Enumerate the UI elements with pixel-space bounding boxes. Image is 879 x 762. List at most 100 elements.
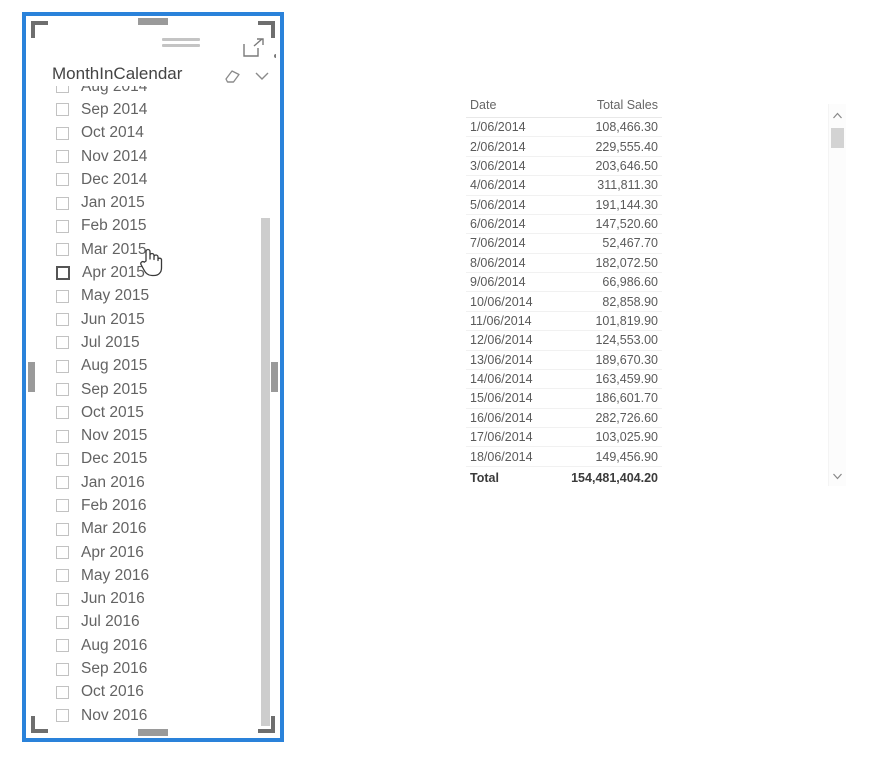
slicer-item[interactable]: Dec 2015 <box>30 448 276 471</box>
slicer-item-checkbox[interactable] <box>56 685 69 699</box>
slicer-item-label: Sep 2016 <box>81 660 148 678</box>
table-row[interactable]: 2/06/2014 229,555.40 <box>466 136 662 157</box>
slicer-item[interactable]: Aug 2016 <box>30 634 276 657</box>
chevron-down-icon[interactable] <box>252 66 272 86</box>
slicer-item[interactable]: Jun 2016 <box>30 588 276 611</box>
slicer-item-checkbox[interactable] <box>56 150 69 164</box>
slicer-item-checkbox[interactable] <box>56 313 69 327</box>
slicer-item-checkbox[interactable] <box>56 615 69 629</box>
table-row[interactable]: 3/06/2014 203,646.50 <box>466 156 662 177</box>
slicer-item[interactable]: Jul 2016 <box>30 611 276 634</box>
slicer-item-checkbox[interactable] <box>56 336 69 350</box>
slicer-item[interactable]: Jun 2015 <box>30 308 276 331</box>
total-sales-table-visual[interactable]: Date Total Sales 1/06/2014 108,466.30 2/06… <box>466 96 846 496</box>
table-row[interactable]: 10/06/2014 82,858.90 <box>466 291 662 312</box>
slicer-item-checkbox[interactable] <box>56 522 69 536</box>
slicer-item-checkbox[interactable] <box>56 289 69 303</box>
slicer-item-checkbox[interactable] <box>56 173 69 187</box>
table-row[interactable]: 17/06/2014 103,025.90 <box>466 427 662 448</box>
eraser-icon[interactable] <box>222 66 242 86</box>
slicer-item-checkbox[interactable] <box>56 219 69 233</box>
slicer-item-checkbox[interactable] <box>56 546 69 560</box>
slicer-item[interactable]: Mar 2015 <box>30 238 276 261</box>
slicer-item-checkbox[interactable] <box>56 476 69 490</box>
slicer-item[interactable]: Mar 2016 <box>30 518 276 541</box>
slicer-item-checkbox[interactable] <box>56 662 69 676</box>
slicer-item-checkbox[interactable] <box>56 499 69 513</box>
slicer-item[interactable]: Sep 2014 <box>30 98 276 121</box>
slicer-item[interactable]: Sep 2016 <box>30 657 276 680</box>
slicer-item-checkbox[interactable] <box>56 592 69 606</box>
cell-date: 9/06/2014 <box>466 272 560 293</box>
column-header-total-sales[interactable]: Total Sales <box>560 96 662 118</box>
table-scrollbar[interactable] <box>828 104 846 486</box>
table-row[interactable]: 1/06/2014 108,466.30 <box>466 117 662 138</box>
total-value: 154,481,404.20 <box>560 465 662 489</box>
more-options-ellipsis-icon[interactable] <box>274 45 276 58</box>
table-scrollbar-thumb[interactable] <box>831 128 844 148</box>
slicer-scrollbar-thumb[interactable] <box>261 218 270 726</box>
slicer-item-label: Sep 2015 <box>81 380 148 398</box>
slicer-item[interactable]: Oct 2015 <box>30 401 276 424</box>
slicer-scrollbar[interactable] <box>261 86 270 726</box>
slicer-item-list[interactable]: Aug 2014 Sep 2014 Oct 2014 Nov 2014 Dec 2014… <box>30 86 276 726</box>
slicer-item-checkbox[interactable] <box>56 266 70 281</box>
slicer-item[interactable]: Jan 2016 <box>30 471 276 494</box>
slicer-item[interactable]: Sep 2015 <box>30 378 276 401</box>
resize-handle-top[interactable] <box>138 18 168 25</box>
focus-mode-icon[interactable] <box>243 38 265 58</box>
chevron-up-icon[interactable] <box>829 108 846 124</box>
column-header-date[interactable]: Date <box>466 96 560 118</box>
table-row[interactable]: 11/06/2014 101,819.90 <box>466 311 662 332</box>
slicer-item[interactable]: Dec 2014 <box>30 168 276 191</box>
list-menu-icon[interactable] <box>162 38 202 52</box>
slicer-item[interactable]: Oct 2014 <box>30 122 276 145</box>
table-row[interactable]: 12/06/2014 124,553.00 <box>466 330 662 351</box>
slicer-item[interactable]: Aug 2015 <box>30 355 276 378</box>
slicer-item-checkbox[interactable] <box>56 103 69 117</box>
chevron-down-icon[interactable] <box>829 468 846 484</box>
slicer-item-checkbox[interactable] <box>56 383 69 396</box>
slicer-item[interactable]: Apr 2016 <box>30 541 276 564</box>
slicer-item[interactable]: Nov 2014 <box>30 145 276 168</box>
slicer-item[interactable]: Feb 2016 <box>30 494 276 517</box>
slicer-item[interactable]: Apr 2015 <box>30 261 276 284</box>
slicer-item-label: Jun 2016 <box>81 590 145 608</box>
table-row[interactable]: 9/06/2014 66,986.60 <box>466 272 662 293</box>
slicer-item[interactable]: May 2015 <box>30 285 276 308</box>
table-row[interactable]: 6/06/2014 147,520.60 <box>466 214 662 235</box>
cell-date: 14/06/2014 <box>466 369 560 390</box>
slicer-item-checkbox[interactable] <box>56 429 69 443</box>
slicer-item-checkbox[interactable] <box>56 569 69 583</box>
table-row[interactable]: 13/06/2014 189,670.30 <box>466 350 662 370</box>
slicer-item[interactable]: Nov 2015 <box>30 424 276 447</box>
month-slicer-visual[interactable]: MonthInCalendar Aug 2014 Sep 2014 Oct 2014… <box>22 12 284 742</box>
cell-total-sales: 191,144.30 <box>560 195 662 215</box>
table-row[interactable]: 8/06/2014 182,072.50 <box>466 253 662 274</box>
table-row[interactable]: 18/06/2014 149,456.90 <box>466 446 662 467</box>
slicer-item[interactable]: May 2016 <box>30 564 276 587</box>
slicer-item-checkbox[interactable] <box>56 196 69 210</box>
table-row[interactable]: 15/06/2014 186,601.70 <box>466 388 662 409</box>
resize-handle-left[interactable] <box>28 362 35 392</box>
slicer-item-checkbox[interactable] <box>56 359 69 373</box>
slicer-item[interactable]: Nov 2016 <box>30 704 276 726</box>
table-row[interactable]: 4/06/2014 311,811.30 <box>466 175 662 196</box>
table-row[interactable]: 16/06/2014 282,726.60 <box>466 408 662 429</box>
cell-date: 8/06/2014 <box>466 253 560 274</box>
slicer-item[interactable]: Oct 2016 <box>30 681 276 704</box>
slicer-item-checkbox[interactable] <box>56 243 69 257</box>
slicer-item-checkbox[interactable] <box>56 709 69 723</box>
slicer-item[interactable]: Jan 2015 <box>30 191 276 214</box>
slicer-item-checkbox[interactable] <box>56 639 69 653</box>
slicer-item-checkbox[interactable] <box>56 406 69 420</box>
resize-handle-right[interactable] <box>271 362 278 392</box>
slicer-item[interactable]: Jul 2015 <box>30 331 276 354</box>
table-row[interactable]: 7/06/2014 52,467.70 <box>466 233 662 254</box>
slicer-item-checkbox[interactable] <box>56 452 69 466</box>
resize-handle-bottom[interactable] <box>138 729 168 736</box>
table-row[interactable]: 14/06/2014 163,459.90 <box>466 369 662 390</box>
table-row[interactable]: 5/06/2014 191,144.30 <box>466 195 662 215</box>
slicer-item[interactable]: Feb 2015 <box>30 215 276 238</box>
slicer-item-checkbox[interactable] <box>56 126 69 140</box>
